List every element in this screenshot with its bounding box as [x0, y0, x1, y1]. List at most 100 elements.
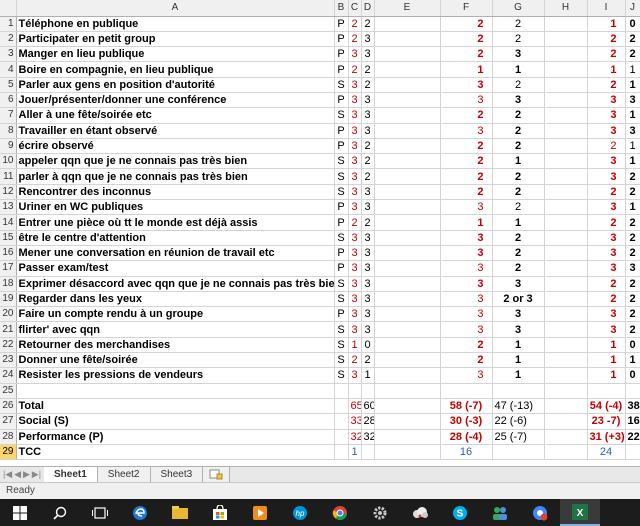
chrome-icon[interactable] — [320, 499, 360, 526]
cell-value-g[interactable] — [492, 444, 545, 461]
cell-value-j[interactable]: 2 — [625, 321, 640, 338]
cell-value-g[interactable]: 2 — [492, 260, 545, 277]
cell-value-c[interactable]: 2 — [348, 61, 362, 78]
cell-label[interactable]: Participater en petit group — [16, 31, 335, 48]
search-icon[interactable] — [40, 499, 80, 526]
cell-value-f[interactable]: 2 — [440, 352, 493, 369]
row-header[interactable]: 7 — [0, 107, 17, 124]
cell-value-f[interactable]: 3 — [440, 123, 493, 139]
row-header[interactable]: 11 — [0, 168, 17, 185]
cell-value-j[interactable]: 1 — [625, 138, 640, 155]
cell-empty-h[interactable] — [544, 184, 588, 201]
cell-value-c[interactable]: 3 — [348, 260, 362, 277]
cell-value-i[interactable]: 3 — [587, 107, 626, 124]
cell-value-i[interactable]: 3 — [587, 230, 626, 246]
row-header[interactable]: 9 — [0, 138, 17, 155]
cell-value-f[interactable] — [440, 383, 493, 399]
row-header[interactable]: 20 — [0, 306, 17, 323]
row-header[interactable]: 19 — [0, 291, 17, 308]
cell-value-j[interactable]: 1 — [625, 77, 640, 93]
cell-value-c[interactable]: 3 — [348, 230, 362, 246]
cell-value-f[interactable]: 2 — [440, 337, 493, 354]
row-header[interactable]: 6 — [0, 92, 17, 109]
cell-value-g[interactable]: 2 — [492, 138, 545, 155]
cell-value-j[interactable]: 38 (-9) — [625, 398, 640, 415]
cell-value-c[interactable]: 2 — [348, 352, 362, 369]
cell-empty-h[interactable] — [544, 291, 588, 308]
cell-empty-h[interactable] — [544, 245, 588, 262]
cell-value-d[interactable]: 2 — [361, 16, 375, 32]
spreadsheet-grid[interactable]: A B C D E F G H I J 1 Téléphone en publiq… — [0, 0, 640, 461]
cell-label[interactable]: écrire observé — [16, 138, 335, 155]
cell-label[interactable]: Uriner en WC publiques — [16, 199, 335, 216]
cell-label[interactable]: parler à qqn que je ne connais pas très … — [16, 168, 335, 185]
cell-value-f[interactable]: 2 — [440, 31, 493, 48]
cell-value-c[interactable]: 3 — [348, 276, 362, 292]
cell-empty-h[interactable] — [544, 306, 588, 323]
cell-category[interactable]: S — [334, 107, 349, 124]
cell-value-d[interactable]: 2 — [361, 61, 375, 78]
cell-value-g[interactable]: 25 (-7) — [492, 429, 545, 445]
cell-value-c[interactable]: 65 — [348, 398, 362, 415]
cell-value-f[interactable]: 3 — [440, 321, 493, 338]
cell-empty-e[interactable] — [374, 367, 441, 384]
cell-value-d[interactable]: 3 — [361, 245, 375, 262]
cell-label[interactable]: Rencontrer des inconnus — [16, 184, 335, 201]
cell-value-i[interactable] — [587, 383, 626, 399]
last-sheet-icon[interactable]: ▶| — [32, 469, 41, 480]
store-icon[interactable] — [200, 499, 240, 526]
cell-value-f[interactable]: 3 — [440, 245, 493, 262]
cell-value-i[interactable]: 3 — [587, 260, 626, 277]
cell-empty-e[interactable] — [374, 123, 441, 139]
cell-value-c[interactable]: 1 — [348, 444, 362, 461]
sheet-tab-1[interactable]: Sheet1 — [44, 467, 98, 482]
cell-value-j[interactable]: 3 — [625, 123, 640, 139]
column-header-b[interactable]: B — [334, 0, 349, 17]
cell-value-i[interactable]: 3 — [587, 153, 626, 170]
cell-category[interactable]: S — [334, 276, 349, 292]
next-sheet-icon[interactable]: ▶ — [23, 469, 30, 480]
cell-label[interactable]: Resister les pressions de vendeurs — [16, 367, 335, 384]
row-header[interactable]: 26 — [0, 398, 17, 415]
people-icon[interactable] — [480, 499, 520, 526]
cell-empty-e[interactable] — [374, 321, 441, 338]
cell-empty-e[interactable] — [374, 46, 441, 63]
cell-value-d[interactable]: 3 — [361, 321, 375, 338]
cell-empty-e[interactable] — [374, 383, 441, 399]
cell-value-g[interactable]: 1 — [492, 153, 545, 170]
cell-value-j[interactable]: 3 — [625, 92, 640, 109]
cell-label[interactable]: Social (S) — [16, 413, 335, 430]
cell-empty-h[interactable] — [544, 61, 588, 78]
cell-value-j[interactable]: 0 — [625, 16, 640, 32]
cell-category[interactable]: P — [334, 260, 349, 277]
cell-value-j[interactable]: 2 — [625, 31, 640, 48]
cell-empty-e[interactable] — [374, 398, 441, 415]
cell-category[interactable]: S — [334, 352, 349, 369]
cell-value-f[interactable]: 2 — [440, 153, 493, 170]
cell-category[interactable]: S — [334, 291, 349, 308]
cell-value-d[interactable]: 2 — [361, 77, 375, 93]
column-header-c[interactable]: C — [348, 0, 362, 17]
cell-value-c[interactable] — [348, 383, 362, 399]
cell-empty-h[interactable] — [544, 138, 588, 155]
cell-value-f[interactable]: 16 — [440, 444, 493, 461]
cell-value-f[interactable]: 3 — [440, 260, 493, 277]
row-header[interactable]: 24 — [0, 367, 17, 384]
cell-value-g[interactable]: 1 — [492, 352, 545, 369]
cell-value-g[interactable]: 3 — [492, 46, 545, 63]
cell-value-j[interactable]: 22 (-3) — [625, 429, 640, 445]
cell-category[interactable]: S — [334, 337, 349, 354]
cell-value-f[interactable]: 2 — [440, 107, 493, 124]
cell-value-c[interactable]: 3 — [348, 46, 362, 63]
cell-value-j[interactable]: 2 — [625, 184, 640, 201]
cell-label[interactable]: Téléphone en publique — [16, 16, 335, 32]
cell-value-i[interactable]: 3 — [587, 321, 626, 338]
cell-value-g[interactable]: 2 — [492, 168, 545, 185]
sheet-tab-2[interactable]: Sheet2 — [97, 467, 151, 482]
sheet-tab-3[interactable]: Sheet3 — [150, 467, 204, 482]
cell-label[interactable]: Retourner des merchandises — [16, 337, 335, 354]
cell-empty-e[interactable] — [374, 153, 441, 170]
cell-value-g[interactable]: 2 — [492, 230, 545, 246]
cell-value-j[interactable]: 2 — [625, 291, 640, 308]
cell-value-j[interactable]: 2 — [625, 168, 640, 185]
